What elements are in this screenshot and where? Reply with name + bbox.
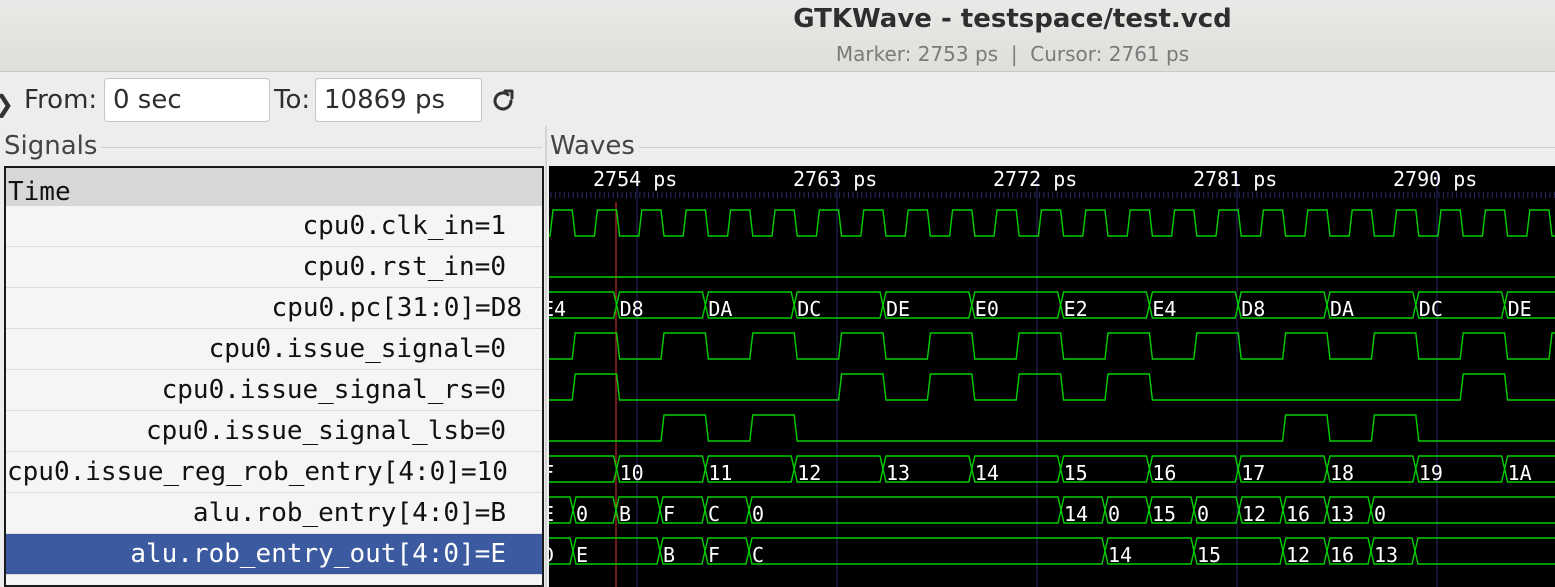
alu-rob-entry-bus-value-label: 0	[1197, 502, 1209, 526]
alu-rob-entry-out-bus-value-label: D	[549, 543, 554, 567]
rob-entry-bus-value-label: 11	[708, 461, 732, 485]
from-time-input[interactable]	[104, 78, 270, 122]
signal-row[interactable]: cpu0.pc[31:0]=D8	[6, 288, 542, 329]
rob-entry-bus-value-label: 1A	[1508, 461, 1532, 485]
signals-pane-title: Signals	[4, 131, 102, 161]
signal-row[interactable]: cpu0.issue_signal=0	[6, 329, 542, 370]
rob-entry-bus-value-label: F	[549, 461, 554, 485]
clk-wave	[549, 209, 1555, 237]
alu-rob-entry-bus-value-label: C	[708, 502, 720, 526]
signal-row[interactable]: cpu0.issue_signal_rs=0	[6, 370, 542, 411]
rob-entry-bus-segment	[549, 455, 618, 483]
issue-signal-wave	[549, 332, 1555, 360]
rob-entry-bus-value-label: 12	[797, 461, 821, 485]
timeline-tick-label: 2763 ps	[793, 167, 877, 191]
pc-bus-value-label: DC	[1419, 297, 1443, 321]
waves-pane-title: Waves	[550, 131, 639, 161]
alu-rob-entry-bus-value-label: 13	[1330, 502, 1354, 526]
rob-entry-bus-value-label: 13	[886, 461, 910, 485]
alu-rob-entry-out-bus-value-label: 13	[1374, 543, 1398, 567]
rob-entry-bus-value-label: 14	[975, 461, 999, 485]
alu-rob-entry-out-bus-segment	[748, 537, 1106, 565]
marker-cursor-status: Marker: 2753 ps | Cursor: 2761 ps	[835, 42, 1190, 66]
pc-bus-value-label: E0	[975, 297, 999, 321]
chevron-right-icon[interactable]: ❯	[0, 90, 14, 118]
rob-entry-bus-value-label: 16	[1152, 461, 1176, 485]
alu-rob-entry-out-bus-segment	[1414, 537, 1555, 565]
pc-bus-value-label: DE	[1508, 297, 1532, 321]
pane-divider[interactable]	[545, 126, 547, 587]
pc-bus-value-label: E4	[549, 297, 566, 321]
signal-row[interactable]: alu.rob_entry[4:0]=B	[6, 493, 542, 534]
rob-entry-bus-value-label: 19	[1419, 461, 1443, 485]
alu-rob-entry-bus-value-label: 15	[1152, 502, 1176, 526]
time-header: Time	[6, 168, 542, 207]
from-label: From:	[24, 85, 98, 115]
alu-rob-entry-out-bus-value-label: 16	[1330, 543, 1354, 567]
signals-list[interactable]: Time cpu0.clk_in=1 cpu0.rst_in=0 cpu0.pc…	[4, 166, 544, 587]
pc-bus-value-label: DC	[797, 297, 821, 321]
alu-rob-entry-bus-value-label: 0	[576, 502, 588, 526]
alu-rob-entry-bus-value-label: 12	[1242, 502, 1266, 526]
alu-rob-entry-out-bus-value-label: F	[708, 543, 720, 567]
alu-rob-entry-bus-value-label: E	[549, 502, 554, 526]
signal-row[interactable]: cpu0.issue_signal_lsb=0	[6, 411, 542, 452]
pc-bus-value-label: E2	[1064, 297, 1088, 321]
alu-rob-entry-out-bus-value-label: E	[576, 543, 588, 567]
alu-rob-entry-bus-value-label: 16	[1286, 502, 1310, 526]
timeline-tick-label: 2790 ps	[1393, 167, 1477, 191]
refresh-button[interactable]	[486, 84, 520, 118]
alu-rob-entry-out-bus-value-label: C	[752, 543, 764, 567]
to-time-input[interactable]	[315, 78, 482, 122]
rob-entry-bus-value-label: 18	[1330, 461, 1354, 485]
issue-signal-lsb-wave	[549, 414, 1555, 442]
window-title: GTKWave - testspace/test.vcd	[793, 4, 1232, 34]
alu-rob-entry-bus-value-label: 0	[1374, 502, 1386, 526]
pc-bus-value-label: D8	[1241, 297, 1265, 321]
alu-rob-entry-bus-value-label: 0	[1108, 502, 1120, 526]
pc-bus-value-label: E4	[1152, 297, 1176, 321]
alu-rob-entry-bus-value-label: 14	[1064, 502, 1088, 526]
alu-rob-entry-out-bus-value-label: 14	[1108, 543, 1132, 567]
waveform-display[interactable]: 2754 ps 2763 ps 2772 ps 2781 ps 2790 ps E4 D8 D…	[549, 166, 1555, 587]
alu-rob-entry-bus-value-label: B	[619, 502, 631, 526]
alu-rob-entry-bus-value-label: 0	[752, 502, 764, 526]
alu-rob-entry-bus-value-label: F	[663, 502, 675, 526]
alu-rob-entry-out-bus-value-label: B	[663, 543, 675, 567]
alu-rob-entry-out-bus-value-label: 12	[1286, 543, 1310, 567]
alu-rob-entry-out-bus-value-label: 15	[1197, 543, 1221, 567]
to-label: To:	[274, 85, 311, 115]
signal-row[interactable]: cpu0.rst_in=0	[6, 247, 542, 288]
signal-row[interactable]: cpu0.clk_in=1	[6, 206, 542, 247]
issue-signal-rs-wave	[549, 373, 1555, 401]
alu-rob-entry-bus-segment	[748, 496, 1062, 524]
timeline-tick-label: 2781 ps	[1193, 167, 1277, 191]
pc-bus-value-label: DA	[708, 297, 732, 321]
rob-entry-bus-value-label: 10	[620, 461, 644, 485]
refresh-icon	[493, 89, 514, 111]
title-bar: GTKWave - testspace/test.vcd Marker: 275…	[0, 0, 1555, 72]
timeline-tick-label: 2772 ps	[993, 167, 1077, 191]
signal-row[interactable]: cpu0.issue_reg_rob_entry[4:0]=10	[6, 452, 542, 493]
pc-bus-value-label: DE	[886, 297, 910, 321]
pc-bus-value-label: DA	[1330, 297, 1354, 321]
waves-canvas[interactable]: 2754 ps 2763 ps 2772 ps 2781 ps 2790 ps E4 D8 D…	[549, 166, 1555, 587]
alu-rob-entry-bus-segment	[1370, 496, 1555, 524]
timeline-tick-label: 2754 ps	[593, 167, 677, 191]
signal-row-selected[interactable]: alu.rob_entry_out[4:0]=E	[6, 534, 542, 575]
rob-entry-bus-value-label: 15	[1064, 461, 1088, 485]
pc-bus-value-label: D8	[620, 297, 644, 321]
rob-entry-bus-value-label: 17	[1241, 461, 1265, 485]
